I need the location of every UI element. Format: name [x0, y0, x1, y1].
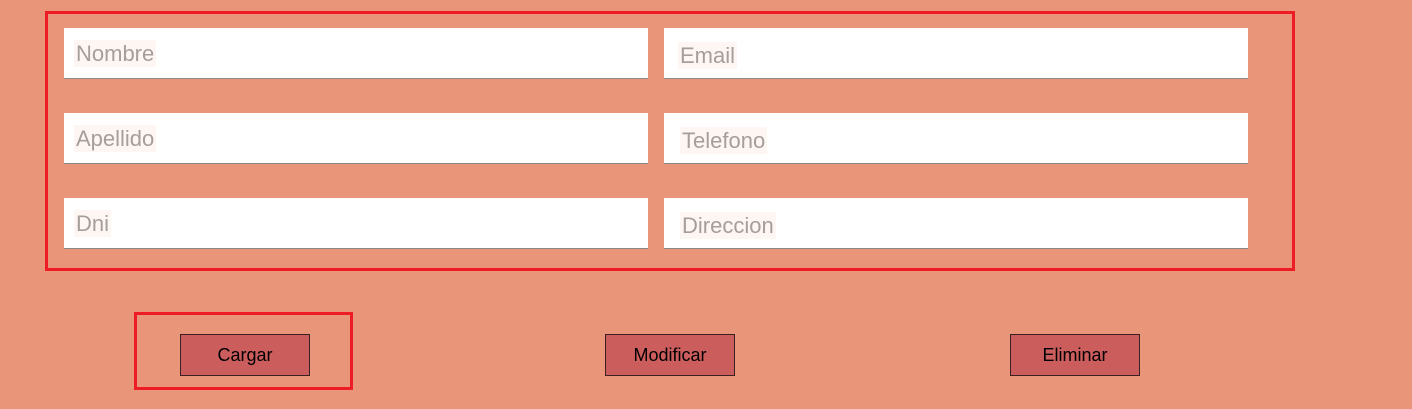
telefono-field[interactable]: Telefono	[664, 113, 1248, 164]
dni-placeholder: Dni	[74, 210, 112, 237]
nombre-field[interactable]: Nombre	[64, 28, 648, 79]
nombre-placeholder: Nombre	[74, 40, 157, 67]
modificar-button[interactable]: Modificar	[605, 334, 735, 376]
apellido-field[interactable]: Apellido	[64, 113, 648, 164]
telefono-placeholder: Telefono	[680, 127, 768, 154]
eliminar-button[interactable]: Eliminar	[1010, 334, 1140, 376]
email-placeholder: Email	[678, 42, 738, 69]
dni-field[interactable]: Dni	[64, 198, 648, 249]
direccion-field[interactable]: Direccion	[664, 198, 1248, 249]
email-field[interactable]: Email	[664, 28, 1248, 79]
direccion-placeholder: Direccion	[680, 212, 776, 239]
apellido-placeholder: Apellido	[74, 125, 157, 152]
cargar-button[interactable]: Cargar	[180, 334, 310, 376]
